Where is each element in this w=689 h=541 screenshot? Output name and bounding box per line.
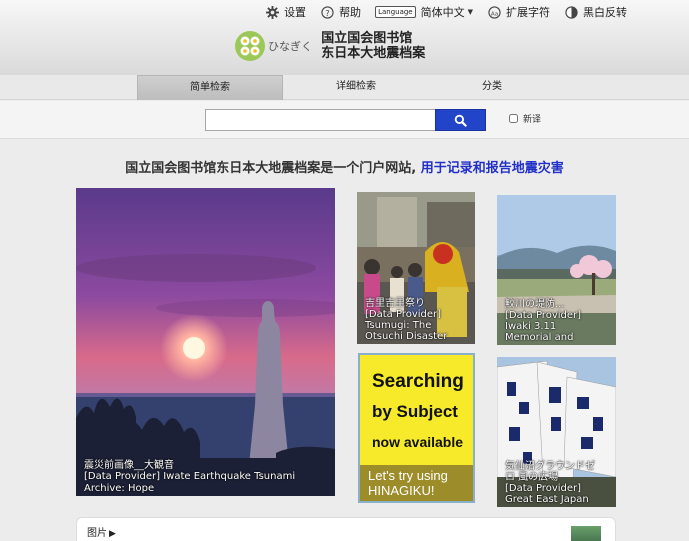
image-thumbnail[interactable] <box>571 526 601 541</box>
new-translation-checkbox[interactable] <box>509 114 518 123</box>
svg-text:?: ? <box>325 7 329 17</box>
card-provider: [Data Provider] <box>505 310 582 321</box>
contrast-label: 黑白反转 <box>583 6 627 19</box>
tab-advanced-search[interactable]: 详细检索 <box>283 75 429 100</box>
card-source: Great East Japan <box>505 494 589 505</box>
site-logo[interactable]: ひなぎく 国立国会图书馆 东日本大地震档案 <box>234 30 425 62</box>
card-provider: [Data Provider] <box>365 309 442 320</box>
card-river[interactable]: 鮫川の堤防... [Data Provider] Iwaki 3.11 Memo… <box>497 195 616 345</box>
contrast-link[interactable]: 黑白反转 <box>564 4 627 20</box>
new-translation-option[interactable]: 新译 <box>509 112 541 125</box>
site-description-link[interactable]: 用于记录和报告地震灾害 <box>421 161 564 176</box>
featured-card-kannon[interactable]: 震災前画像__大観音 [Data Provider] Iwate Earthqu… <box>76 188 335 496</box>
card-title: 鮫川の堤防... <box>505 299 565 310</box>
card-flags[interactable]: 気仙沼グラウンドゼ ロ 風の広場 [Data Provider] Great E… <box>497 357 616 507</box>
card-festival[interactable]: 吉里吉里祭り [Data Provider] Tsumugi: The Otsu… <box>357 192 475 344</box>
promo-footer-line2: HINAGIKU! <box>368 483 435 498</box>
search-tabs: 简单检索 详细检索 分类 <box>0 75 689 100</box>
card-title-line2: ロ 風の広場 <box>505 472 559 483</box>
card-source: Archive: Hope <box>84 482 155 494</box>
utility-toolbar: 设置 ? 帮助 Language 简体中文 ▼ Aa 扩展字符 黑白反转 <box>251 4 627 20</box>
language-badge: Language <box>375 6 416 18</box>
settings-link[interactable]: 设置 <box>265 4 306 20</box>
daisy-logo-icon <box>235 31 265 61</box>
contrast-icon <box>564 5 578 19</box>
language-dropdown[interactable]: Language 简体中文 ▼ <box>375 4 473 20</box>
help-icon: ? <box>320 5 334 19</box>
card-source-line2: Otsuchi Disaster <box>365 331 448 342</box>
logo-kana: ひなぎく <box>268 40 313 53</box>
card-source-line1: Tsumugi: The <box>365 320 432 331</box>
site-description-main: 国立国会图书馆东日本大地震档案是一个门户网站, <box>125 161 417 176</box>
images-panel-label: 图片 <box>87 528 107 539</box>
chevron-down-icon: ▼ <box>467 8 473 16</box>
kannon-sunset-image <box>76 188 335 496</box>
search-input[interactable] <box>205 109 437 131</box>
extended-chars-icon: Aa <box>487 5 501 19</box>
gear-icon <box>265 5 279 19</box>
new-translation-label: 新译 <box>523 115 542 125</box>
tab-category[interactable]: 分类 <box>419 75 565 100</box>
search-button[interactable] <box>435 109 486 131</box>
subject-search-promo[interactable]: Searching by Subject now available Let's… <box>358 353 475 503</box>
settings-label: 设置 <box>284 6 307 19</box>
promo-footer-line1: Let's try using <box>368 468 448 483</box>
card-source-line2: Memorial and <box>505 332 574 343</box>
promo-headline: Searching by Subject now available <box>372 367 464 457</box>
promo-footer: Let's try using HINAGIKU! <box>360 465 473 501</box>
card-provider: [Data Provider] Iwate Earthquake Tsunami <box>84 471 296 482</box>
card-source-line1: Iwaki 3.11 <box>505 321 557 332</box>
promo-line1: Searching <box>372 371 464 392</box>
card-caption: 鮫川の堤防... [Data Provider] Iwaki 3.11 Memo… <box>505 299 610 343</box>
images-panel: 图片 ▶ <box>76 517 616 541</box>
promo-line3: now available <box>372 434 464 450</box>
card-title-line1: 気仙沼グラウンドゼ <box>505 461 595 472</box>
search-bar: 新译 <box>0 101 689 139</box>
extended-chars-label: 扩展字符 <box>506 6 550 19</box>
search-icon <box>454 114 467 127</box>
site-header: 设置 ? 帮助 Language 简体中文 ▼ Aa 扩展字符 黑白反转 ひなぎ… <box>0 0 689 75</box>
extended-chars-link[interactable]: Aa 扩展字符 <box>487 4 550 20</box>
card-caption: 吉里吉里祭り [Data Provider] Tsumugi: The Otsu… <box>365 298 469 342</box>
promo-line2: by Subject <box>372 402 458 421</box>
card-caption: 震災前画像__大観音 [Data Provider] Iwate Earthqu… <box>84 460 329 495</box>
card-title: 吉里吉里祭り <box>365 298 425 309</box>
svg-text:Aa: Aa <box>490 11 497 17</box>
main-content: 国立国会图书馆东日本大地震档案是一个门户网站, 用于记录和报告地震灾害 震災前画… <box>0 139 689 541</box>
tab-simple-search[interactable]: 简单检索 <box>137 75 283 100</box>
images-panel-header[interactable]: 图片 ▶ <box>87 524 116 539</box>
card-title: 震災前画像__大観音 <box>84 459 174 471</box>
card-provider: [Data Provider] <box>505 483 582 494</box>
logo-title-line2: 东日本大地震档案 <box>321 46 426 61</box>
chevron-right-icon: ▶ <box>109 529 116 539</box>
help-link[interactable]: ? 帮助 <box>320 4 361 20</box>
logo-title-line1: 国立国会图书馆 <box>321 31 413 46</box>
site-description: 国立国会图书馆东日本大地震档案是一个门户网站, 用于记录和报告地震灾害 <box>0 157 689 176</box>
language-label: 简体中文 <box>420 6 465 19</box>
help-label: 帮助 <box>339 6 362 19</box>
card-caption: 気仙沼グラウンドゼ ロ 風の広場 [Data Provider] Great E… <box>505 461 610 505</box>
logo-title: 国立国会图书馆 东日本大地震档案 <box>321 31 425 61</box>
